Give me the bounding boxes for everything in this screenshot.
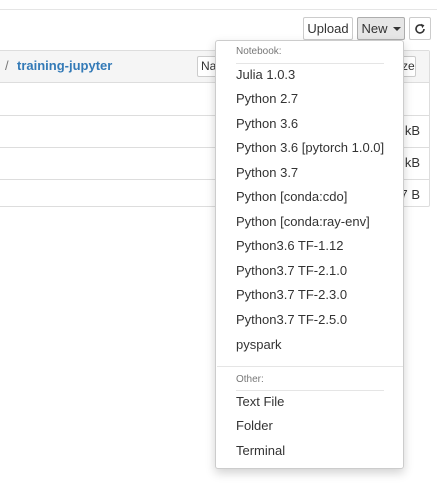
- menu-item-terminal[interactable]: Terminal: [236, 443, 285, 459]
- menu-item-folder[interactable]: Folder: [236, 418, 273, 434]
- notebook-tree-page: Upload New / training-jupyter Na ze kB k…: [0, 0, 437, 487]
- new-button-label: New: [361, 21, 388, 36]
- breadcrumb-folder-link[interactable]: training-jupyter: [17, 58, 112, 73]
- top-divider: [0, 9, 437, 10]
- menu-item-text-file[interactable]: Text File: [236, 394, 284, 410]
- chevron-down-icon: [392, 27, 401, 31]
- breadcrumb-separator: /: [5, 58, 9, 73]
- refresh-button[interactable]: [409, 17, 431, 40]
- menu-item-python-3-6[interactable]: Python 3.6: [236, 116, 298, 132]
- menu-item-python3-7-tf-2-1-0[interactable]: Python3.7 TF-2.1.0: [236, 263, 347, 279]
- menu-item-julia-1-0-3[interactable]: Julia 1.0.3: [236, 67, 295, 83]
- menu-item-python-conda-cdo[interactable]: Python [conda:cdo]: [236, 189, 347, 205]
- menu-divider: [217, 366, 403, 367]
- new-dropdown-menu: Notebook: Julia 1.0.3 Python 2.7 Python …: [215, 40, 404, 469]
- refresh-icon: [415, 23, 425, 34]
- notebook-section-header: Notebook:: [236, 46, 282, 57]
- menu-item-python3-6-tf-1-12[interactable]: Python3.6 TF-1.12: [236, 238, 343, 254]
- menu-rule: [236, 63, 384, 64]
- new-dropdown-button[interactable]: New: [357, 17, 405, 40]
- menu-item-python-3-6-pytorch[interactable]: Python 3.6 [pytorch 1.0.0]: [236, 140, 384, 156]
- upload-button-label: Upload: [307, 21, 349, 36]
- menu-item-python-conda-ray-env[interactable]: Python [conda:ray-env]: [236, 214, 370, 230]
- other-section-header: Other:: [236, 374, 264, 385]
- menu-item-python3-7-tf-2-3-0[interactable]: Python3.7 TF-2.3.0: [236, 287, 347, 303]
- file-size: kB: [404, 155, 420, 170]
- menu-item-python3-7-tf-2-5-0[interactable]: Python3.7 TF-2.5.0: [236, 312, 347, 328]
- menu-item-pyspark[interactable]: pyspark: [236, 337, 282, 353]
- menu-item-python-2-7[interactable]: Python 2.7: [236, 91, 298, 107]
- menu-rule: [236, 390, 384, 391]
- upload-button[interactable]: Upload: [303, 17, 353, 40]
- file-size: kB: [404, 123, 420, 138]
- menu-item-python-3-7[interactable]: Python 3.7: [236, 165, 298, 181]
